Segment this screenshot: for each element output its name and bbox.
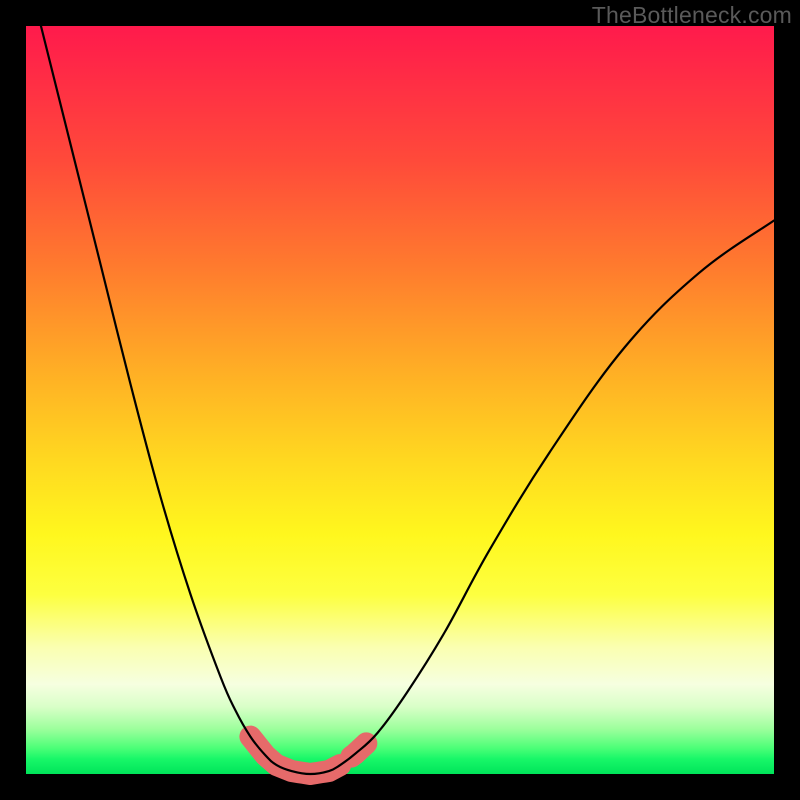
chart-overlay xyxy=(26,26,774,774)
highlight-segment-1 xyxy=(250,737,340,774)
chart-frame: TheBottleneck.com xyxy=(0,0,800,800)
bottleneck-curve xyxy=(41,26,774,774)
watermark-label: TheBottleneck.com xyxy=(592,2,792,29)
